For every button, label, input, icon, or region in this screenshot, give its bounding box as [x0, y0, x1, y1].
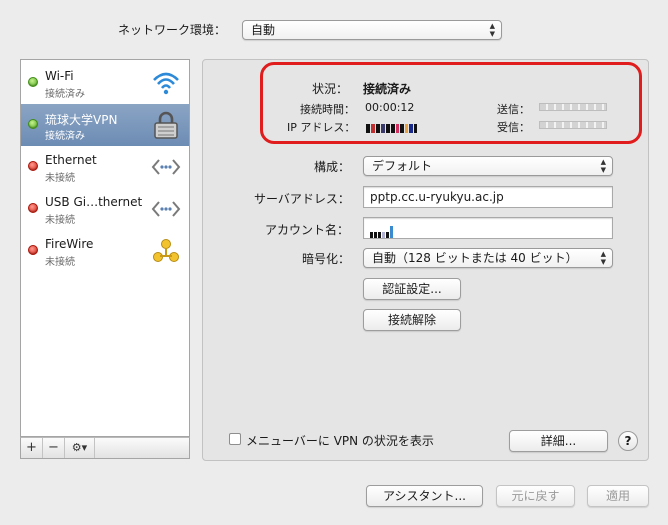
disconnect-button[interactable]: 接続解除 [363, 309, 461, 331]
help-button[interactable]: ? [618, 431, 638, 451]
server-address-label: サーバアドレス： [254, 192, 350, 206]
lock-icon [154, 111, 178, 139]
revert-button[interactable]: 元に戻す [496, 485, 575, 507]
encryption-popup[interactable]: 自動（128 ビットまたは 40 ビット） ▲ ▼ [363, 248, 613, 268]
account-name-label: アカウント名： [265, 223, 350, 237]
location-label: ネットワーク環境： [118, 23, 227, 37]
account-name-redacted [370, 224, 394, 244]
gear-menu-button[interactable]: ⚙▾ [65, 438, 95, 458]
service-name: USB Gi…thernet [45, 195, 143, 209]
show-vpn-status-checkbox[interactable] [229, 433, 241, 445]
apply-button[interactable]: 適用 [587, 485, 649, 507]
service-item-ethernet[interactable]: Ethernet 未接続 [21, 146, 189, 188]
highlight-annotation [260, 62, 642, 144]
service-status: 接続済み [45, 131, 85, 142]
config-label: 構成： [314, 160, 351, 174]
status-dot-red-icon [28, 161, 38, 171]
location-popup[interactable]: 自動 ▲ ▼ [242, 20, 502, 40]
assistant-button[interactable]: アシスタント... [366, 485, 483, 507]
remove-service-button[interactable]: − [43, 438, 65, 458]
service-status: 接続済み [45, 89, 85, 100]
service-item-wifi[interactable]: Wi-Fi 接続済み [21, 62, 189, 104]
service-name: Wi-Fi [45, 69, 74, 83]
popup-arrows-icon: ▲ ▼ [600, 250, 606, 266]
wifi-icon [153, 72, 179, 95]
auth-settings-button[interactable]: 認証設定... [363, 278, 461, 300]
add-service-button[interactable]: + [21, 438, 43, 458]
status-dot-red-icon [28, 245, 38, 255]
encryption-value: 自動（128 ビットまたは 40 ビット） [372, 251, 578, 265]
ethernet-icon [151, 201, 181, 217]
service-item-firewire[interactable]: FireWire 未接続 [21, 230, 189, 272]
service-status: 未接続 [45, 257, 75, 268]
location-value: 自動 [251, 23, 276, 37]
popup-arrows-icon: ▲ ▼ [600, 158, 606, 174]
popup-arrows-icon: ▲ ▼ [489, 22, 495, 38]
server-address-field[interactable]: pptp.cc.u-ryukyu.ac.jp [363, 186, 613, 208]
service-item-vpn[interactable]: 琉球大学VPN 接続済み [21, 104, 189, 146]
config-popup[interactable]: デフォルト ▲ ▼ [363, 156, 613, 176]
service-name: 琉球大学VPN [45, 113, 118, 127]
ethernet-icon [151, 159, 181, 175]
status-dot-green-icon [28, 77, 38, 87]
service-name: FireWire [45, 237, 94, 251]
status-dot-red-icon [28, 203, 38, 213]
service-list-toolbar: + − ⚙▾ [20, 437, 190, 459]
service-item-usb-ethernet[interactable]: USB Gi…thernet 未接続 [21, 188, 189, 230]
firewire-icon [153, 239, 179, 262]
config-value: デフォルト [372, 159, 433, 173]
show-vpn-status-label: メニューバーに VPN の状況を表示 [246, 434, 434, 448]
account-name-field[interactable] [363, 217, 613, 239]
service-status: 未接続 [45, 215, 75, 226]
service-list[interactable]: Wi-Fi 接続済み 琉球大学VPN 接続済み Ethernet 未接続 USB… [20, 59, 190, 437]
advanced-button[interactable]: 詳細... [509, 430, 608, 452]
service-name: Ethernet [45, 153, 97, 167]
service-status: 未接続 [45, 173, 75, 184]
encryption-label: 暗号化： [302, 252, 351, 266]
status-dot-green-icon [28, 119, 38, 129]
